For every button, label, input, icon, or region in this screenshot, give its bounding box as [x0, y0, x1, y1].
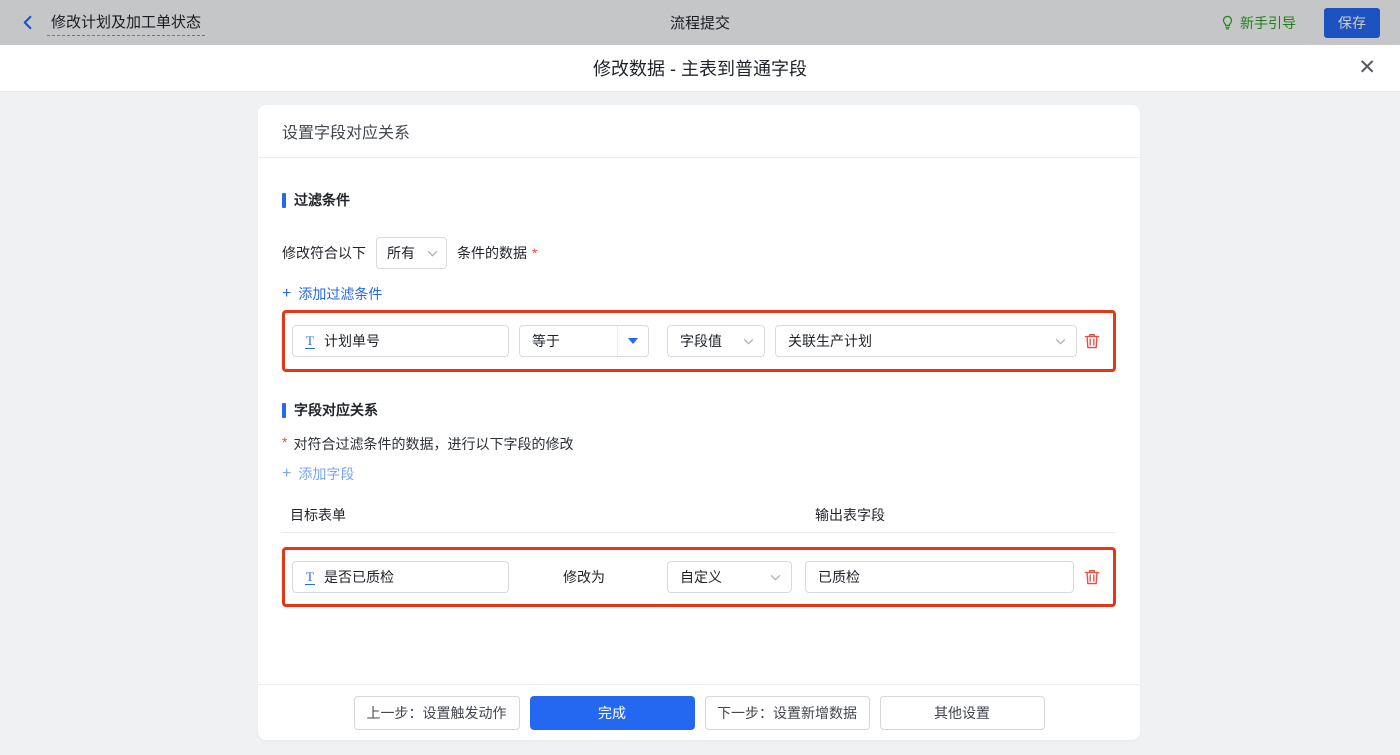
other-settings-button[interactable]: 其他设置	[879, 695, 1045, 730]
dialog-footer: 上一步：设置触发动作 完成 下一步：设置新增数据 其他设置	[258, 684, 1140, 740]
mapping-hint: * 对符合过滤条件的数据，进行以下字段的修改	[282, 434, 1116, 454]
chevron-down-icon	[1055, 338, 1066, 345]
chevron-down-icon	[743, 338, 754, 345]
text-field-type-icon: T	[305, 568, 315, 585]
mapping-section-label: 字段对应关系	[294, 402, 378, 418]
required-mark: *	[532, 245, 538, 261]
done-button[interactable]: 完成	[529, 695, 695, 730]
beginner-guide-link[interactable]: 新手引导	[1220, 13, 1296, 33]
add-filter-condition-link[interactable]: + 添加过滤条件	[282, 284, 382, 304]
value-type-select[interactable]: 字段值	[667, 325, 765, 357]
prev-step-button[interactable]: 上一步：设置触发动作	[353, 695, 520, 730]
settings-card: 设置字段对应关系 过滤条件 修改符合以下 所有 条件的数据 * + 添加过滤条件	[258, 105, 1140, 740]
column-output-field: 输出表字段	[815, 507, 885, 523]
filter-sentence: 修改符合以下 所有 条件的数据 *	[282, 237, 1116, 269]
close-icon[interactable]: ✕	[1358, 57, 1376, 78]
card-header-title: 设置字段对应关系	[258, 105, 1140, 158]
target-field-selector[interactable]: T 是否已质检	[292, 561, 509, 593]
delete-mapping-button[interactable]	[1083, 568, 1101, 586]
topbar: 修改计划及加工单状态 流程提交 新手引导 保存	[0, 0, 1400, 45]
trash-icon	[1084, 334, 1100, 349]
match-mode-value: 所有	[387, 245, 415, 261]
target-field-name: 是否已质检	[323, 569, 394, 585]
lightbulb-icon	[1222, 15, 1233, 30]
compare-value: 关联生产计划	[788, 333, 872, 349]
plus-icon: +	[282, 285, 292, 302]
add-field-label: 添加字段	[298, 466, 355, 482]
sentence-suffix: 条件的数据	[457, 245, 527, 261]
next-step-button[interactable]: 下一步：设置新增数据	[704, 695, 870, 730]
output-type-select[interactable]: 自定义	[667, 561, 792, 593]
mapping-row-highlighted: T 是否已质检 修改为 自定义	[282, 547, 1116, 607]
chevron-down-icon	[427, 250, 438, 257]
modify-to-label: 修改为	[563, 569, 605, 585]
sentence-prefix: 修改符合以下	[282, 245, 366, 261]
save-button[interactable]: 保存	[1324, 7, 1380, 38]
trash-icon	[1084, 570, 1100, 585]
mapping-column-headers: 目标表单 输出表字段	[282, 499, 1116, 533]
operator-value: 等于	[532, 333, 560, 349]
chevron-down-icon	[770, 574, 781, 581]
dialog-body: 设置字段对应关系 过滤条件 修改符合以下 所有 条件的数据 * + 添加过滤条件	[0, 92, 1400, 755]
output-type-value: 自定义	[680, 569, 722, 585]
operator-select[interactable]: 等于	[519, 325, 649, 357]
compare-value-select[interactable]: 关联生产计划	[775, 325, 1077, 357]
mapping-section-title: 字段对应关系	[282, 400, 1116, 420]
match-mode-select[interactable]: 所有	[376, 237, 447, 269]
mapping-hint-text: 对符合过滤条件的数据，进行以下字段的修改	[293, 436, 574, 452]
caret-down-icon	[628, 338, 638, 344]
add-field-link[interactable]: + 添加字段	[282, 464, 354, 484]
beginner-guide-label: 新手引导	[1240, 14, 1296, 31]
filter-section-title: 过滤条件	[282, 190, 1116, 210]
text-field-type-icon: T	[305, 332, 315, 349]
filter-section-label: 过滤条件	[294, 192, 350, 208]
value-type-value: 字段值	[680, 333, 722, 349]
dialog-title: 修改数据 - 主表到普通字段	[593, 59, 807, 79]
delete-condition-button[interactable]	[1083, 332, 1101, 350]
section-marker	[282, 192, 286, 208]
filter-condition-row-highlighted: T 计划单号 等于 字段值 关联生产计划	[282, 310, 1116, 372]
filter-field-selector[interactable]: T 计划单号	[292, 325, 509, 357]
section-marker	[282, 402, 286, 418]
dialog-header: 修改数据 - 主表到普通字段 ✕	[0, 45, 1400, 92]
add-filter-condition-label: 添加过滤条件	[298, 286, 383, 302]
topbar-center-label: 流程提交	[669, 15, 730, 32]
output-value-input[interactable]	[805, 561, 1074, 593]
plus-icon: +	[282, 465, 292, 482]
operator-caret-cell[interactable]	[617, 326, 648, 356]
column-target-form: 目标表单	[290, 507, 346, 523]
filter-field-name: 计划单号	[323, 333, 380, 349]
required-mark: *	[282, 434, 288, 450]
